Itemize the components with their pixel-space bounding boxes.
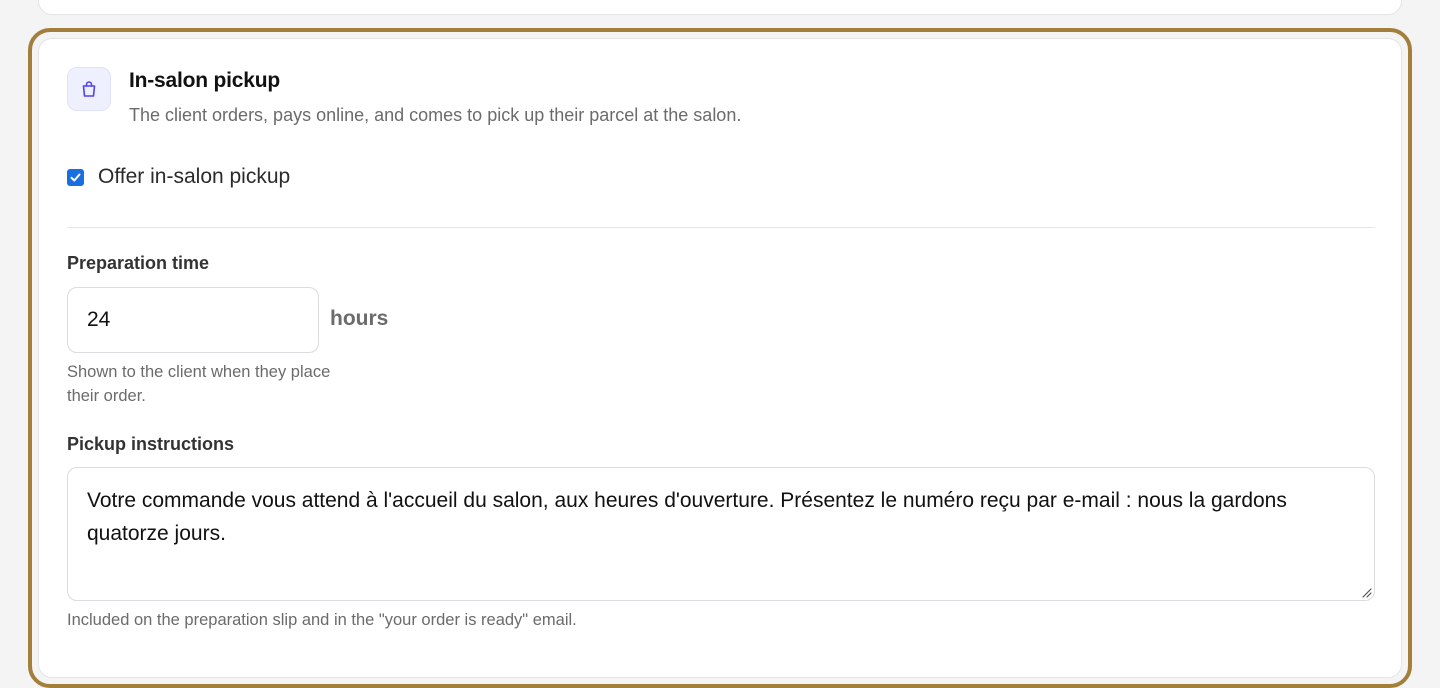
checkmark-icon [70, 173, 81, 181]
resize-handle-icon[interactable] [1360, 586, 1372, 598]
preparation-time-label: Preparation time [67, 253, 210, 273]
previous-card [38, 0, 1402, 15]
preparation-time-help-line1: Shown to the client when they place [67, 363, 331, 381]
preparation-time-input[interactable]: 24 [67, 287, 319, 353]
pickup-instructions-label: Pickup instructions [67, 434, 235, 454]
offer-pickup-checkbox[interactable] [67, 168, 84, 186]
section-subtitle: The client orders, pays online, and come… [129, 105, 742, 125]
offer-pickup-label: Offer in-salon pickup [98, 165, 291, 188]
shopping-bag-icon [67, 67, 111, 111]
pickup-instructions-textarea[interactable]: Votre commande vous attend à l'accueil d… [67, 467, 1375, 601]
divider [67, 227, 1375, 228]
preparation-time-unit: hours [330, 307, 389, 330]
offer-pickup-toggle[interactable]: Offer in-salon pickup [67, 165, 290, 189]
pickup-instructions-help: Included on the preparation slip and in … [67, 611, 577, 629]
preparation-time-help-line2: their order. [67, 387, 146, 405]
pickup-instructions-text: Votre commande vous attend à l'accueil d… [87, 489, 1287, 545]
section-title: In-salon pickup [129, 69, 281, 92]
pickup-settings-card: In-salon pickup The client orders, pays … [38, 38, 1402, 678]
preparation-time-help: Shown to the client when they place thei… [67, 360, 330, 408]
